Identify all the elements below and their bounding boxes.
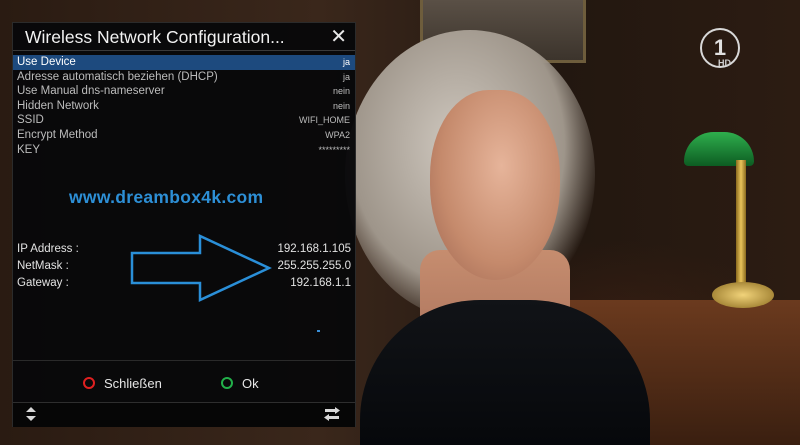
- setting-label: KEY: [17, 143, 41, 156]
- arrow-right-icon: [130, 234, 272, 302]
- wireless-config-dialog: Wireless Network Configuration... ✕ Use …: [12, 22, 356, 427]
- person-face: [430, 90, 560, 280]
- setting-value: *********: [318, 144, 350, 155]
- setting-label: Use Device: [17, 56, 76, 68]
- setting-hidden-network[interactable]: Hidden Network nein: [13, 99, 355, 114]
- setting-value: WIFI_HOME: [299, 115, 350, 126]
- up-down-arrows-icon[interactable]: [25, 407, 37, 426]
- setting-dhcp[interactable]: Adresse automatisch beziehen (DHCP) ja: [13, 70, 355, 85]
- setting-label: SSID: [17, 114, 44, 127]
- lamp-stem: [736, 160, 746, 290]
- info-value: 255.255.255.0: [277, 260, 351, 272]
- info-label: IP Address :: [17, 243, 79, 255]
- info-value: 192.168.1.105: [277, 243, 351, 255]
- footer-bar: [13, 402, 355, 427]
- lamp-base: [712, 282, 774, 308]
- title-divider: [13, 50, 355, 51]
- info-label: NetMask :: [17, 260, 69, 272]
- indicator-dot: [317, 330, 320, 332]
- setting-value: ja: [342, 57, 350, 67]
- button-divider: [13, 360, 355, 361]
- info-label: Gateway :: [17, 277, 69, 289]
- hd-badge: HD: [718, 58, 731, 68]
- setting-manual-dns[interactable]: Use Manual dns-nameserver nein: [13, 84, 355, 99]
- setting-value: nein: [332, 86, 350, 97]
- info-value: 192.168.1.1: [290, 277, 351, 289]
- setting-encrypt-method[interactable]: Encrypt Method WPA2: [13, 128, 355, 143]
- setting-label: Use Manual dns-nameserver: [17, 85, 165, 98]
- red-key-icon: [83, 377, 95, 389]
- setting-label: Adresse automatisch beziehen (DHCP): [17, 70, 218, 83]
- dialog-title: Wireless Network Configuration...: [25, 27, 285, 47]
- green-key-icon: [221, 377, 233, 389]
- setting-use-device[interactable]: Use Device ja: [13, 55, 355, 70]
- setting-key[interactable]: KEY *********: [13, 143, 355, 158]
- setting-ssid[interactable]: SSID WIFI_HOME: [13, 113, 355, 128]
- close-button[interactable]: Schließen: [83, 375, 162, 393]
- setting-label: Hidden Network: [17, 99, 99, 112]
- ok-button[interactable]: Ok: [221, 375, 259, 393]
- watermark-text: www.dreambox4k.com: [69, 187, 264, 207]
- setting-value: nein: [332, 100, 350, 111]
- swap-arrows-icon[interactable]: [323, 407, 341, 426]
- ok-button-label: Ok: [242, 376, 259, 391]
- setting-label: Encrypt Method: [17, 128, 98, 141]
- setting-value: WPA2: [325, 129, 350, 140]
- setting-value: ja: [342, 71, 350, 82]
- close-icon[interactable]: ✕: [330, 24, 347, 49]
- settings-list: Use Device ja Adresse automatisch bezieh…: [13, 55, 355, 157]
- close-button-label: Schließen: [104, 376, 162, 391]
